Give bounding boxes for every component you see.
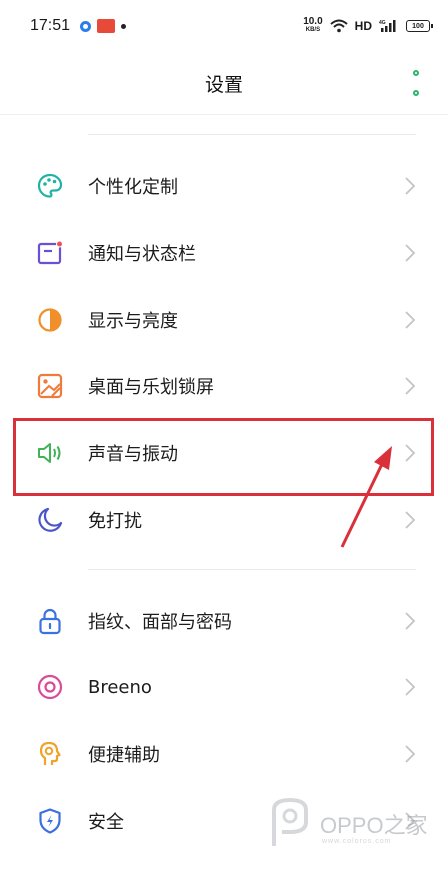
oppo-logo-icon <box>272 797 308 846</box>
watermark-url: www.coloros.com <box>322 838 392 845</box>
watermark-text: OPPO之家 <box>320 813 428 838</box>
watermark: OPPO之家 www.coloros.com <box>268 794 438 854</box>
annotation-arrow-icon <box>340 446 392 548</box>
